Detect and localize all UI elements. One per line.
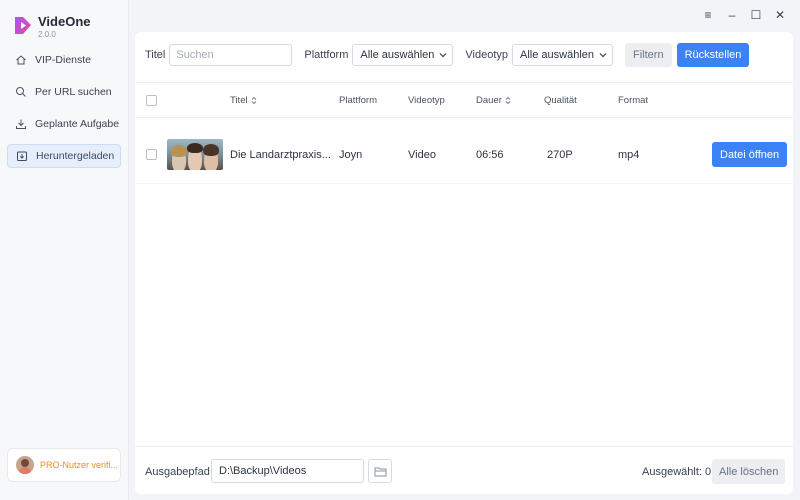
title-search-input[interactable]: [169, 44, 293, 66]
row-title: Die Landarztpraxis...: [230, 149, 331, 161]
home-icon: [15, 54, 27, 66]
avatar: [16, 456, 34, 474]
chevron-down-icon: [599, 53, 607, 58]
column-platform-label: Plattform: [339, 95, 378, 106]
sort-icon: [251, 96, 256, 105]
app-logo: VideOne 2.0.0: [12, 14, 91, 40]
sidebar-nav: VIP-Dienste Per URL suchen Geplante Aufg…: [7, 48, 121, 176]
column-title-label: Titel: [230, 95, 248, 106]
row-format: mp4: [618, 149, 640, 161]
pro-user-label: PRO-Nutzer verifi...: [40, 460, 119, 470]
search-icon: [15, 86, 27, 98]
sidebar-item-label: VIP-Dienste: [35, 54, 92, 66]
row-checkbox[interactable]: [146, 149, 157, 160]
row-duration: 06:56: [476, 149, 504, 161]
chevron-down-icon: [439, 53, 447, 58]
column-quality-label: Qualität: [544, 95, 577, 106]
column-videotype: Videotyp: [408, 95, 445, 106]
open-file-button[interactable]: Datei öffnen: [712, 142, 788, 167]
folder-icon: [374, 467, 386, 476]
sort-icon: [505, 96, 511, 105]
title-filter-label: Titel: [145, 49, 166, 61]
sidebar-item-label: Per URL suchen: [35, 86, 112, 98]
row-quality: 270P: [547, 149, 573, 161]
column-duration-label: Dauer: [476, 95, 502, 106]
table-header: Titel Plattform Videotyp Dauer Qualität …: [135, 82, 793, 118]
row-videotype: Video: [408, 149, 436, 161]
selected-count: Ausgewählt: 0: [642, 466, 712, 478]
footer-bar: Ausgabepfad Ausgewählt: 0 Alle löschen: [135, 446, 793, 494]
maximize-icon[interactable]: ☐: [744, 6, 768, 24]
platform-filter-label: Plattform: [304, 49, 349, 61]
videotype-filter-label: Videotyp: [465, 49, 508, 61]
sidebar-item-label: Geplante Aufgabe: [35, 118, 120, 130]
column-videotype-label: Videotyp: [408, 95, 445, 106]
videone-logo-icon: [15, 17, 31, 34]
sidebar-item-label: Heruntergeladen: [36, 150, 115, 162]
column-format-label: Format: [618, 95, 649, 106]
sidebar-item-url-search[interactable]: Per URL suchen: [7, 80, 121, 104]
main-panel: Titel Plattform Alle auswählen Videotyp …: [135, 32, 793, 494]
videotype-select-value: Alle auswählen: [520, 49, 594, 61]
column-duration[interactable]: Dauer: [476, 95, 511, 106]
column-platform: Plattform: [339, 95, 377, 106]
browse-folder-button[interactable]: [368, 459, 392, 483]
close-icon[interactable]: ✕: [768, 6, 792, 24]
filter-bar: Titel Plattform Alle auswählen Videotyp …: [145, 43, 750, 67]
video-thumbnail: [167, 139, 223, 170]
table-row: Die Landarztpraxis... Joyn Video 06:56 2…: [135, 126, 793, 184]
window-controls: ≡ – ☐ ✕: [696, 6, 792, 24]
app-window: VideOne 2.0.0 VIP-Dienste Per URL suchen: [0, 0, 800, 500]
sidebar: VideOne 2.0.0 VIP-Dienste Per URL suchen: [0, 0, 129, 500]
column-quality: Qualität: [544, 95, 577, 106]
sidebar-item-vip[interactable]: VIP-Dienste: [7, 48, 121, 72]
app-version: 2.0.0: [38, 30, 56, 39]
menu-icon[interactable]: ≡: [696, 6, 720, 24]
download-icon: [15, 118, 27, 130]
platform-select[interactable]: Alle auswählen: [352, 44, 454, 66]
sidebar-item-scheduled[interactable]: Geplante Aufgabe: [7, 112, 121, 136]
sidebar-item-downloaded[interactable]: Heruntergeladen: [7, 144, 121, 168]
minimize-icon[interactable]: –: [720, 6, 744, 24]
platform-select-value: Alle auswählen: [360, 49, 435, 61]
app-name: VideOne: [38, 14, 91, 29]
downloaded-icon: [16, 150, 28, 162]
pro-user-badge[interactable]: PRO-Nutzer verifi...: [7, 448, 121, 482]
column-format: Format: [618, 95, 648, 106]
output-path-input[interactable]: [211, 459, 364, 483]
videotype-select[interactable]: Alle auswählen: [512, 44, 613, 66]
select-all-checkbox[interactable]: [146, 95, 157, 106]
filter-button[interactable]: Filtern: [625, 43, 672, 67]
reset-button[interactable]: Rückstellen: [676, 43, 750, 67]
row-platform: Joyn: [339, 149, 363, 161]
clear-all-button[interactable]: Alle löschen: [712, 459, 786, 484]
output-path-label: Ausgabepfad: [145, 466, 210, 478]
column-title[interactable]: Titel: [230, 95, 257, 106]
